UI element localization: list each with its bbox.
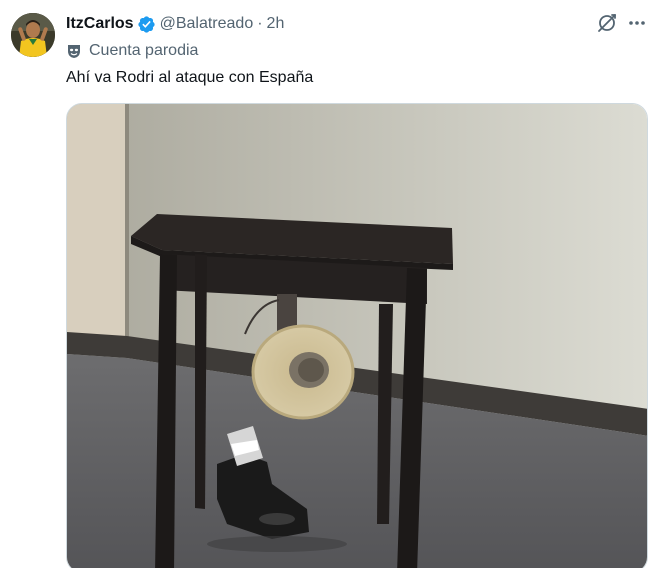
author-display-name[interactable]: ItzCarlos: [66, 15, 134, 33]
verified-badge-icon[interactable]: [137, 15, 156, 34]
parody-label-text: Cuenta parodia: [89, 42, 199, 59]
video-thumbnail: [67, 104, 647, 568]
author-handle[interactable]: @Balatreado: [160, 15, 254, 33]
grok-icon[interactable]: [597, 13, 617, 33]
tweet-text: Ahí va Rodri al ataque con España: [66, 69, 314, 86]
avatar-image: [11, 13, 55, 57]
tweet-header: ItzCarlos @Balatreado · 2h: [66, 12, 284, 36]
tweet-video[interactable]: [66, 103, 648, 568]
more-options-icon[interactable]: [627, 13, 647, 33]
separator-dot: ·: [257, 15, 263, 32]
parody-mask-icon: [66, 43, 82, 59]
parody-account-label: Cuenta parodia: [66, 40, 198, 62]
avatar[interactable]: [11, 13, 55, 57]
tweet-timestamp[interactable]: 2h: [267, 15, 285, 33]
tweet: ItzCarlos @Balatreado · 2h Cuenta parodi…: [0, 0, 658, 568]
